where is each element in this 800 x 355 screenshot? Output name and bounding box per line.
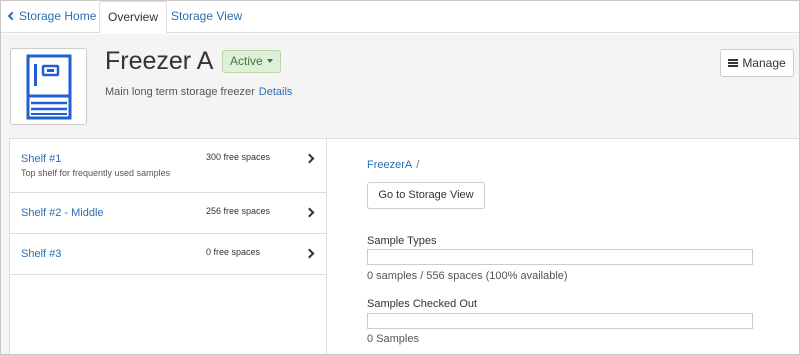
shelf-name: Shelf #1 xyxy=(21,153,62,165)
freezer-icon-box xyxy=(10,48,87,125)
page-header: Freezer A Active Main long term storage … xyxy=(1,34,799,134)
chevron-left-icon xyxy=(7,11,17,21)
sample-types-progress-bar xyxy=(367,249,753,265)
shelf-free-count: 256 free spaces xyxy=(206,206,271,216)
sample-types-summary: 0 samples / 556 spaces (100% available) xyxy=(367,270,568,282)
checked-out-label: Samples Checked Out xyxy=(367,298,478,310)
status-label: Active xyxy=(230,54,263,68)
shelf-list: Shelf #1 Top shelf for frequently used s… xyxy=(9,138,327,354)
caret-down-icon xyxy=(266,59,273,63)
sample-types-label: Sample Types xyxy=(367,235,437,247)
breadcrumb: FreezerA / xyxy=(367,159,419,171)
tab-storage-home-label: Storage Home xyxy=(19,9,97,23)
shelf-item-1[interactable]: Shelf #1 Top shelf for frequently used s… xyxy=(10,139,326,193)
breadcrumb-link-freezer[interactable]: FreezerA xyxy=(367,159,412,171)
breadcrumb-separator: / xyxy=(416,159,420,171)
shelf-item-2[interactable]: Shelf #2 - Middle 256 free spaces xyxy=(10,193,326,234)
shelf-description: Top shelf for frequently used samples xyxy=(21,168,171,178)
shelf-free-count: 300 free spaces xyxy=(206,152,271,162)
storage-overview-window: Storage Home Overview Storage View Freez… xyxy=(0,0,800,355)
details-link[interactable]: Details xyxy=(259,86,293,98)
content-area: Shelf #1 Top shelf for frequently used s… xyxy=(1,134,799,354)
storage-detail-panel: FreezerA / Go to Storage View Sample Type… xyxy=(327,138,799,354)
checked-out-summary: 0 Samples xyxy=(367,333,419,345)
manage-button[interactable]: Manage xyxy=(720,49,794,77)
freezer-icon xyxy=(26,54,72,120)
page-title: Freezer A xyxy=(105,47,214,75)
manage-button-label: Manage xyxy=(742,56,786,70)
tab-overview[interactable]: Overview xyxy=(99,1,168,34)
checked-out-progress-bar xyxy=(367,313,753,329)
chevron-right-icon xyxy=(304,248,315,259)
shelf-name: Shelf #3 xyxy=(21,248,62,260)
tab-storage-view[interactable]: Storage View xyxy=(163,1,250,33)
freezer-description: Main long term storage freezer Details xyxy=(105,86,292,98)
shelf-free-count: 0 free spaces xyxy=(206,247,261,257)
tab-storage-home[interactable]: Storage Home xyxy=(1,1,104,33)
shelf-name: Shelf #2 - Middle xyxy=(21,207,104,219)
status-dropdown[interactable]: Active xyxy=(222,50,281,73)
shelf-item-3[interactable]: Shelf #3 0 free spaces xyxy=(10,234,326,275)
description-text: Main long term storage freezer xyxy=(105,86,255,98)
go-to-storage-view-button[interactable]: Go to Storage View xyxy=(367,182,485,209)
chevron-right-icon xyxy=(304,153,315,164)
menu-icon xyxy=(728,59,739,67)
tab-bar: Storage Home Overview Storage View xyxy=(1,1,799,34)
chevron-right-icon xyxy=(304,207,315,218)
